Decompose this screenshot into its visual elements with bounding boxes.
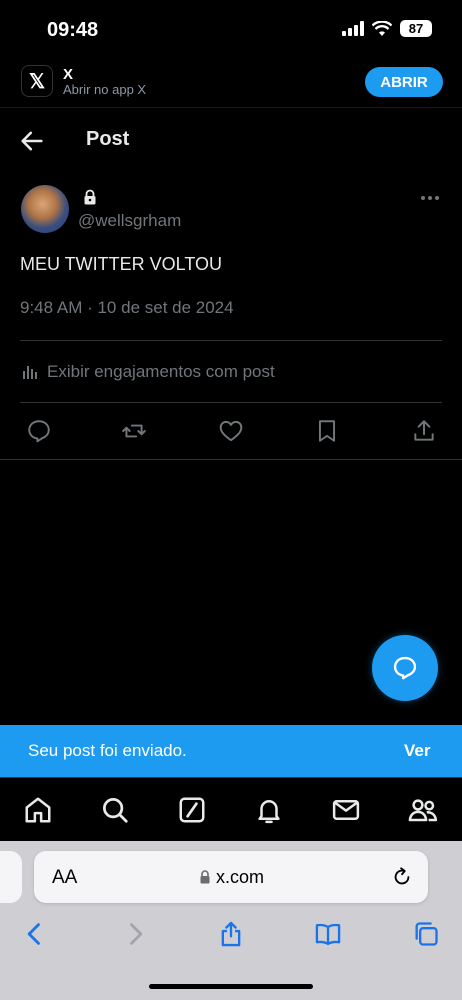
home-icon[interactable] xyxy=(23,795,53,825)
page-title: Post xyxy=(86,128,130,150)
share-sheet-icon[interactable] xyxy=(217,920,245,948)
open-app-button[interactable]: ABRIR xyxy=(365,67,443,97)
previous-tab-peek[interactable] xyxy=(0,851,22,903)
bottom-navigation xyxy=(0,777,462,841)
tabs-icon[interactable] xyxy=(412,920,440,948)
view-engagements-link[interactable]: Exibir engajamentos com post xyxy=(47,362,275,382)
chat-bubble-icon xyxy=(393,656,417,680)
communities-icon[interactable] xyxy=(408,795,438,825)
protected-lock-icon xyxy=(84,189,96,205)
post-timestamp[interactable]: 9:48 AM · 10 de set de 2024 xyxy=(20,298,234,318)
battery-indicator: 87 xyxy=(400,20,432,37)
repost-icon[interactable] xyxy=(121,418,147,444)
status-icons: 87 xyxy=(342,20,432,37)
reply-icon[interactable] xyxy=(26,418,52,444)
notifications-bell-icon[interactable] xyxy=(254,795,284,825)
toast-message: Seu post foi enviado. xyxy=(28,741,187,760)
more-options-icon[interactable] xyxy=(419,193,441,203)
divider xyxy=(0,459,462,460)
banner-app-name: X xyxy=(63,66,74,83)
back-arrow-icon[interactable] xyxy=(18,127,46,155)
toast-view-button[interactable]: Ver xyxy=(404,741,430,761)
search-icon[interactable] xyxy=(100,795,130,825)
x-logo-icon: 𝕏 xyxy=(21,65,53,97)
bookmarks-book-icon[interactable] xyxy=(314,920,342,948)
like-heart-icon[interactable] xyxy=(218,418,244,444)
reader-settings-button[interactable]: AA xyxy=(52,867,77,889)
signal-icon xyxy=(342,21,364,36)
forward-chevron-icon[interactable] xyxy=(121,920,149,948)
url-text[interactable]: x.com xyxy=(216,867,264,888)
secure-lock-icon xyxy=(200,870,210,884)
status-time: 09:48 xyxy=(47,19,99,41)
grok-icon[interactable] xyxy=(177,795,207,825)
analytics-icon xyxy=(23,366,37,379)
post-text: MEU TWITTER VOLTOU xyxy=(20,254,223,274)
bookmark-icon[interactable] xyxy=(314,418,340,444)
banner-subtitle: Abrir no app X xyxy=(63,82,147,97)
share-icon[interactable] xyxy=(411,418,437,444)
divider xyxy=(20,340,442,341)
divider xyxy=(20,402,442,403)
home-indicator[interactable] xyxy=(149,984,313,989)
compose-reply-button[interactable] xyxy=(372,635,438,701)
avatar[interactable] xyxy=(21,185,69,233)
wifi-icon xyxy=(372,21,392,36)
user-handle[interactable]: @wellsgrham xyxy=(78,211,181,231)
back-chevron-icon[interactable] xyxy=(21,920,49,948)
aa-label: AA xyxy=(52,867,78,888)
reload-icon[interactable] xyxy=(391,866,413,888)
messages-mail-icon[interactable] xyxy=(331,795,361,825)
